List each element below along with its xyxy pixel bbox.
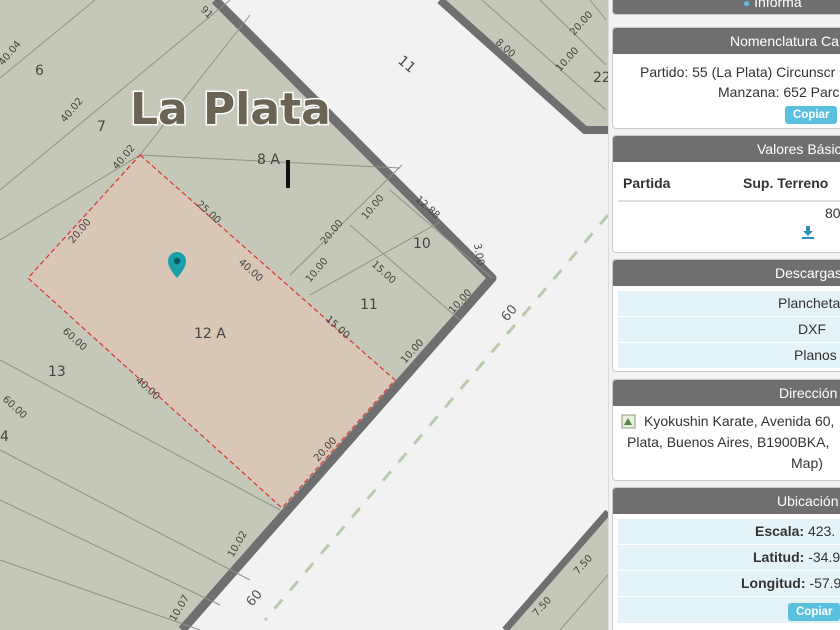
info-panel[interactable]: ● Informa Nomenclatura Ca Partido: 55 (L…: [608, 0, 840, 630]
longitud-value: -57.9: [809, 575, 840, 591]
direccion-card: Dirección Kyokushin Karate, Avenida 60, …: [612, 379, 840, 481]
info-header: ● Informa: [613, 0, 840, 14]
lot-number: 13: [48, 364, 66, 380]
copy-coordinates-button[interactable]: Copiar: [788, 603, 840, 621]
cadastral-map[interactable]: La Plata 6 7 8 A 10 11 12 A 13 4 22 11 4…: [0, 0, 608, 630]
lot-number: 8 A: [257, 152, 280, 168]
latitud-value: -34.9: [808, 549, 840, 565]
descargas-card: Descargas Plancheta DXF Planos: [612, 259, 840, 372]
lot-number: 22: [593, 70, 608, 86]
info-header-card: ● Informa: [612, 0, 840, 15]
lot-number: 6: [35, 63, 44, 79]
valores-card: Valores Básic Partida Sup. Terreno 80: [612, 135, 840, 253]
nomenclatura-title: Nomenclatura Ca: [613, 28, 840, 54]
latitud-row: Latitud: -34.9: [618, 545, 840, 571]
nomenclatura-line-2: Manzana: 652 Parc: [718, 84, 840, 100]
latitud-label: Latitud:: [753, 549, 805, 565]
lot-number: 11: [360, 297, 378, 313]
escala-label: Escala:: [755, 523, 805, 539]
download-icon[interactable]: [801, 225, 815, 243]
info-marker-icon: ●: [743, 0, 751, 10]
escala-row: Escala: 423.: [618, 519, 840, 545]
download-planos[interactable]: Planos: [618, 343, 840, 369]
lot-number: 12 A: [194, 326, 226, 342]
longitud-row: Longitud: -57.9: [618, 571, 840, 597]
sup-terreno-value: 80: [825, 205, 840, 221]
ubicacion-title: Ubicación: [613, 488, 840, 514]
direccion-line-1: Kyokushin Karate, Avenida 60,: [644, 413, 835, 429]
city-label: La Plata: [130, 84, 331, 135]
direccion-line-3[interactable]: Map): [791, 453, 823, 474]
direccion-title: Dirección: [613, 380, 840, 406]
lot-number: 10: [413, 236, 431, 252]
nomenclatura-card: Nomenclatura Ca Partido: 55 (La Plata) C…: [612, 27, 840, 129]
direccion-line-2: Plata, Buenos Aires, B1900BKA,: [627, 434, 830, 450]
text-cursor-icon: [286, 160, 290, 188]
ubicacion-card: Ubicación Escala: 423. Latitud: -34.9 Lo…: [612, 487, 840, 630]
info-header-text: Informa: [754, 0, 802, 10]
descargas-title: Descargas: [613, 260, 840, 286]
escala-value: 423.: [807, 523, 836, 539]
valores-title: Valores Básic: [613, 136, 840, 162]
longitud-label: Longitud:: [741, 575, 806, 591]
lot-number: 4: [0, 429, 9, 445]
nomenclatura-line-1: Partido: 55 (La Plata) Circunscr: [640, 64, 836, 80]
copy-nomenclatura-button[interactable]: Copiar: [785, 106, 838, 124]
col-partida: Partida: [623, 175, 671, 191]
col-sup-terreno: Sup. Terreno: [743, 175, 829, 191]
map-canvas[interactable]: La Plata 6 7 8 A 10 11 12 A 13 4 22 11 4…: [0, 0, 608, 630]
lot-number: 7: [97, 119, 106, 135]
download-plancheta[interactable]: Plancheta: [618, 291, 840, 317]
download-dxf[interactable]: DXF: [618, 317, 840, 343]
copy-coords-row: Copiar: [618, 597, 840, 624]
table-divider: [618, 200, 840, 202]
